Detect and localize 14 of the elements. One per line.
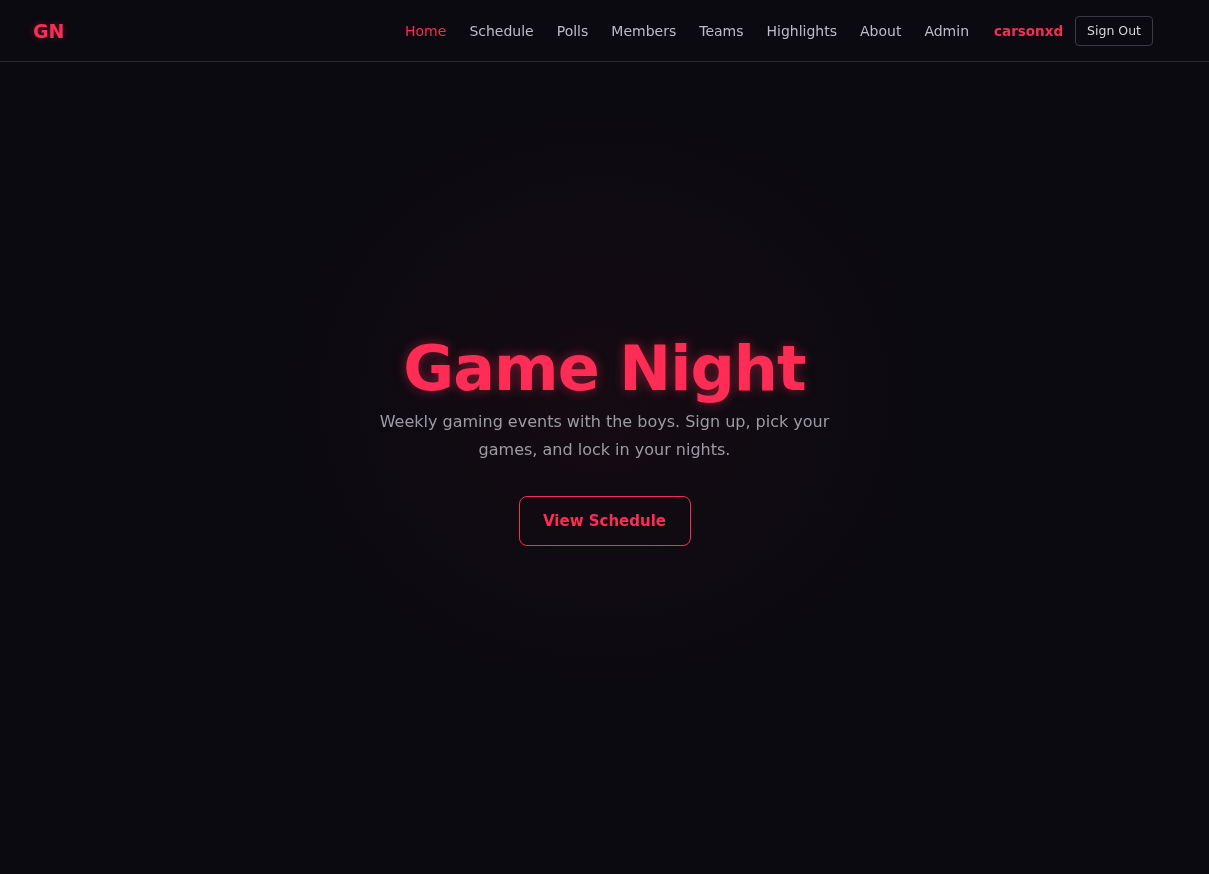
nav-link[interactable]: Schedule [469,22,534,39]
nav-link[interactable]: Admin [924,22,970,39]
username-label: carsonxd [994,22,1064,39]
view-schedule-button[interactable]: View Schedule [518,496,691,546]
site-logo[interactable]: GN [33,19,65,42]
nav-link[interactable]: Teams [699,22,744,39]
nav-link[interactable]: Highlights [766,22,837,39]
nav-link[interactable]: Home [405,22,447,39]
hero-subtitle: Weekly gaming events with the boys. Sign up, pick your games, and lock in your nights. [378,411,831,461]
nav-link[interactable]: About [860,22,902,39]
nav-link[interactable]: Members [611,22,677,39]
sign-out-button[interactable]: Sign Out [1075,15,1153,46]
hero-title: Game Night [403,332,806,406]
nav-link[interactable]: Polls [556,22,589,39]
